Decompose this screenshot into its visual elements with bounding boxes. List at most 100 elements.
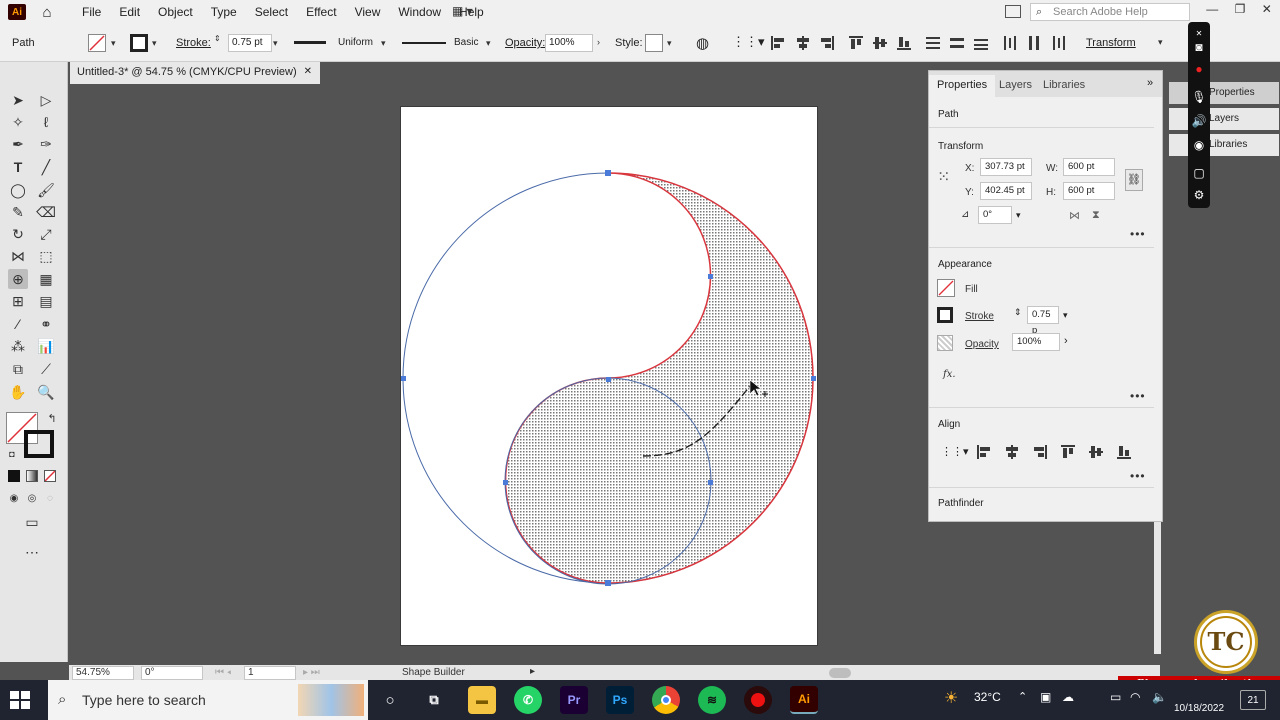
tab-libraries[interactable]: Libraries	[1035, 75, 1093, 97]
profile-dropdown-icon[interactable]: ▾	[381, 38, 386, 49]
distribute-horizontal-center-icon[interactable]	[1027, 36, 1041, 50]
record-icon[interactable]: ●	[1192, 62, 1206, 76]
shaper-tool-icon[interactable]: ✎	[8, 202, 28, 222]
show-hidden-icons-icon[interactable]: ⌃	[1018, 690, 1027, 703]
type-tool-icon[interactable]: T	[8, 157, 28, 177]
menu-file[interactable]: File	[82, 5, 101, 19]
fill-dropdown-icon[interactable]: ▾	[111, 38, 116, 49]
align-bottom-icon[interactable]	[897, 36, 911, 50]
stroke-stepper-icon[interactable]: ⇕	[214, 34, 221, 43]
panel-align-right-icon[interactable]	[1033, 445, 1047, 459]
illustrator-taskbar-icon[interactable]: Ai	[790, 686, 818, 714]
selection-tool-icon[interactable]: ➤	[8, 90, 28, 110]
window-capture-icon[interactable]: ▢	[1192, 166, 1206, 180]
microphone-icon[interactable]: 🎙	[1191, 90, 1206, 104]
rotation-input[interactable]: 0°	[141, 666, 203, 680]
align-top-icon[interactable]	[849, 36, 863, 50]
highlighted-shape-region[interactable]	[504, 172, 814, 584]
symbol-sprayer-tool-icon[interactable]: ⁂	[8, 336, 28, 356]
battery-icon[interactable]: ▭	[1110, 690, 1121, 704]
ellipse-tool-icon[interactable]: ◯	[8, 180, 28, 200]
menu-window[interactable]: Window	[398, 5, 441, 19]
arrange-documents-icon[interactable]	[1005, 5, 1021, 18]
menu-select[interactable]: Select	[255, 5, 288, 19]
opacity-link[interactable]: Opacity	[965, 339, 999, 350]
menu-effect[interactable]: Effect	[306, 5, 336, 19]
appearance-stroke-input[interactable]: 0.75 p	[1027, 306, 1059, 336]
recorder-close-icon[interactable]: ✕	[1192, 26, 1206, 40]
menu-view[interactable]: View	[355, 5, 381, 19]
style-dropdown-icon[interactable]: ▾	[667, 38, 672, 49]
settings-gear-icon[interactable]: ⚙	[1192, 188, 1206, 202]
photoshop-icon[interactable]: Ps	[606, 686, 634, 714]
gradient-tool-icon[interactable]: ▤	[36, 291, 56, 311]
stroke-color-indicator[interactable]	[24, 430, 54, 458]
anchor-point[interactable]	[605, 170, 611, 176]
close-window-icon[interactable]: ✕	[1262, 2, 1272, 22]
shape-builder-tool-icon[interactable]: ⊕	[8, 269, 28, 289]
color-mode-icon[interactable]	[8, 470, 20, 482]
slice-tool-icon[interactable]: ⟋	[36, 359, 56, 379]
align-more-icon[interactable]: •••	[1130, 469, 1146, 483]
menu-edit[interactable]: Edit	[119, 5, 140, 19]
reference-point-icon[interactable]: ⁙	[937, 167, 950, 187]
menu-type[interactable]: Type	[211, 5, 237, 19]
cortana-icon[interactable]: ○	[376, 686, 404, 714]
transform-dropdown-icon[interactable]: ▾	[1158, 37, 1163, 48]
stroke-swatch[interactable]	[130, 34, 148, 52]
graphic-style-swatch[interactable]	[645, 34, 663, 52]
more-options-icon[interactable]: •••	[1130, 227, 1146, 241]
artwork[interactable]	[400, 106, 818, 646]
panel-align-middle-icon[interactable]	[1089, 445, 1103, 459]
scale-tool-icon[interactable]: ⤢	[36, 224, 56, 244]
brush-definition[interactable]: Basic	[400, 34, 482, 52]
scroll-thumb[interactable]	[829, 668, 851, 678]
angle-dropdown-icon[interactable]: ▾	[1016, 210, 1021, 221]
recolor-artwork-icon[interactable]: ◍	[696, 34, 709, 52]
opacity-input[interactable]: 100%	[545, 34, 593, 52]
stroke-link[interactable]: Stroke	[965, 311, 994, 322]
flip-horizontal-icon[interactable]: ⋈	[1069, 209, 1080, 222]
distribute-top-icon[interactable]	[926, 36, 940, 50]
stroke-weight-dropdown-icon[interactable]: ▾	[273, 38, 278, 49]
gradient-mode-icon[interactable]	[26, 470, 38, 482]
panel-menu-icon[interactable]: »	[1147, 77, 1153, 89]
whatsapp-icon[interactable]: ✆	[514, 686, 542, 714]
stroke-weight-input[interactable]: 0.75 pt	[228, 34, 272, 52]
anchor-point[interactable]	[605, 580, 611, 586]
perspective-grid-tool-icon[interactable]: ▦	[36, 269, 56, 289]
collapsed-libraries[interactable]: Libraries	[1169, 134, 1279, 156]
brush-dropdown-icon[interactable]: ▾	[486, 38, 491, 49]
restore-icon[interactable]: ❐	[1235, 2, 1246, 22]
tray-app-icon[interactable]: ▣	[1040, 690, 1051, 704]
edit-toolbar-icon[interactable]: ⋯	[22, 542, 42, 562]
swap-fill-stroke-icon[interactable]: ↰	[42, 408, 62, 428]
minimize-icon[interactable]: —	[1206, 2, 1218, 22]
close-tab-icon[interactable]: ✕	[304, 62, 312, 82]
speaker-icon[interactable]: 🔊	[1192, 114, 1207, 128]
hand-tool-icon[interactable]: ✋	[8, 382, 28, 402]
appearance-fill-swatch[interactable]	[937, 279, 955, 297]
distribute-right-icon[interactable]	[1051, 36, 1065, 50]
magic-wand-tool-icon[interactable]: ✧	[8, 112, 28, 132]
task-view-icon[interactable]: ⧉	[420, 686, 448, 714]
menu-object[interactable]: Object	[158, 5, 193, 19]
anchor-point[interactable]	[811, 376, 816, 381]
date-label[interactable]: 10/18/2022	[1174, 703, 1224, 714]
appearance-opacity-input[interactable]: 100%	[1012, 333, 1060, 351]
home-icon[interactable]: ⌂	[38, 4, 56, 21]
tab-properties[interactable]: Properties	[929, 75, 996, 97]
angle-input[interactable]: 0°	[978, 206, 1012, 224]
collapsed-layers[interactable]: Layers	[1169, 108, 1279, 130]
transform-link[interactable]: Transform	[1086, 37, 1136, 49]
panel-align-bottom-icon[interactable]	[1117, 445, 1131, 459]
anchor-point[interactable]	[708, 274, 713, 279]
file-explorer-icon[interactable]: ▬	[468, 686, 496, 714]
opacity-arrow-icon[interactable]: ›	[597, 37, 600, 47]
distribute-left-icon[interactable]	[1003, 36, 1017, 50]
lasso-tool-icon[interactable]: ℓ	[36, 112, 56, 132]
width-tool-icon[interactable]: ⋈	[8, 246, 28, 266]
direct-selection-tool-icon[interactable]: ▷	[36, 90, 56, 110]
constrain-proportions-icon[interactable]: ⛓	[1125, 169, 1143, 191]
wifi-icon[interactable]: ◠	[1130, 690, 1140, 704]
